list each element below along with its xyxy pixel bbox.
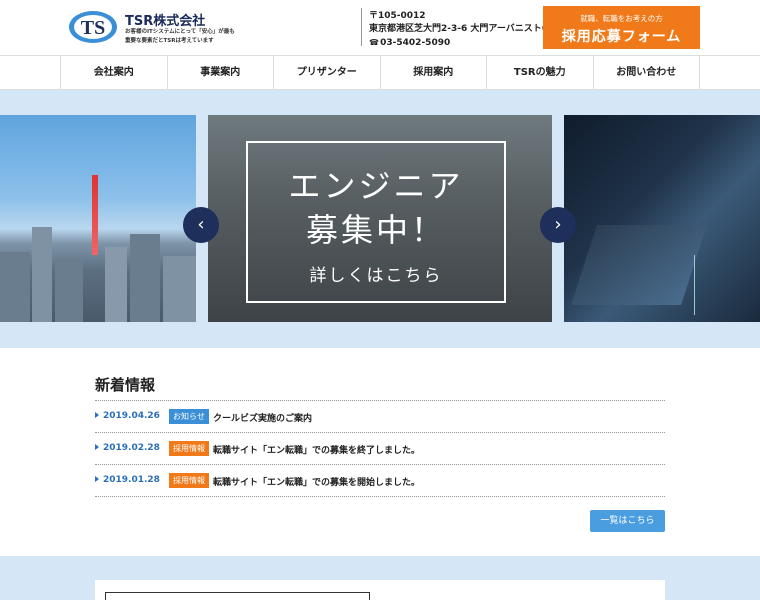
header-divider (361, 8, 362, 46)
bullet-arrow-icon (95, 412, 99, 418)
recruit-button-label: 採用応募フォーム (561, 29, 682, 45)
news-item[interactable]: 2019.02.28 採用情報 転職サイト「エン転職」での募集を終了しました。 (95, 433, 665, 465)
nav-item-recruit[interactable]: 採用案内 (381, 56, 487, 90)
slide-tokyo-image[interactable] (0, 115, 196, 322)
bullet-arrow-icon (95, 476, 99, 482)
news-date: 2019.01.28 (103, 475, 160, 485)
recruit-form-button[interactable]: 就職、転職をお考えの方 採用応募フォーム (543, 6, 700, 49)
bottom-section (0, 556, 760, 600)
news-section: 新着情報 2019.04.26 お知らせ クールビズ実施のご案内 2019.02… (0, 348, 760, 556)
slider-prev-button[interactable]: ‹ (183, 207, 219, 243)
slide-engineer-recruit[interactable]: エンジニア 募集中！ 詳しくはこちら (208, 115, 552, 322)
slide-frame: エンジニア 募集中！ 詳しくはこちら (246, 141, 506, 303)
postal-code: 〒105-0012 (369, 11, 426, 21)
recruit-button-sub: 就職、転職をお考えの方 (580, 14, 663, 23)
site-header: TS TSR株式会社 お客様のITシステムにとって「安心」が最も重要な要素だとT… (0, 0, 760, 56)
news-date: 2019.02.28 (103, 443, 160, 453)
nav-item-pleasanter[interactable]: プリザンター (274, 56, 381, 90)
street-address: 東京都港区芝大門2-3-6 大門アーバニスト6F (369, 24, 555, 34)
news-heading: 新着情報 (95, 376, 156, 394)
hero-slider: エンジニア 募集中！ 詳しくはこちら ‹ › (0, 90, 760, 348)
news-list: 2019.04.26 お知らせ クールビズ実施のご案内 2019.02.28 採… (95, 400, 665, 497)
chart-lines-shape (694, 255, 744, 315)
company-tagline: お客様のITシステムにとって「安心」が最も重要な要素だとTSRは考えています (125, 29, 235, 44)
phone-icon: ☎ (369, 38, 379, 47)
building-shape (55, 262, 83, 322)
company-name[interactable]: TSR株式会社 (125, 10, 205, 29)
news-text[interactable]: 転職サイト「エン転職」での募集を開始しました。 (213, 475, 420, 488)
slide-business-image[interactable] (564, 115, 760, 322)
news-item[interactable]: 2019.04.26 お知らせ クールビズ実施のご案内 (95, 401, 665, 433)
news-more-button[interactable]: 一覧はこちら (590, 510, 665, 532)
slide-heading-1: エンジニア (288, 167, 464, 205)
news-badge: お知らせ (169, 409, 209, 424)
bullet-arrow-icon (95, 444, 99, 450)
laptop-shape (571, 225, 707, 305)
tokyo-tower-shape (92, 175, 98, 255)
news-badge: 採用情報 (169, 441, 209, 456)
nav-item-contact[interactable]: お問い合わせ (594, 56, 700, 90)
news-text[interactable]: 転職サイト「エン転職」での募集を終了しました。 (213, 443, 420, 456)
news-date: 2019.04.26 (103, 411, 160, 421)
building-shape (0, 252, 30, 322)
building-shape (163, 256, 196, 322)
svg-text:TS: TS (81, 17, 105, 39)
building-shape (105, 247, 127, 322)
bottom-card-frame (105, 592, 370, 600)
news-item[interactable]: 2019.01.28 採用情報 転職サイト「エン転職」での募集を開始しました。 (95, 465, 665, 497)
building-shape (130, 234, 160, 322)
nav-item-appeal[interactable]: TSRの魅力 (487, 56, 594, 90)
company-address: 〒105-0012 東京都港区芝大門2-3-6 大門アーバニスト6F ☎ 03-… (369, 10, 554, 50)
nav-item-company[interactable]: 会社案内 (61, 56, 168, 90)
chevron-right-icon: › (554, 214, 562, 235)
global-nav: 会社案内 事業案内 プリザンター 採用案内 TSRの魅力 お問い合わせ (0, 55, 760, 90)
news-text[interactable]: クールビズ実施のご案内 (213, 411, 312, 424)
tsr-logo-icon[interactable]: TS (68, 10, 118, 44)
phone-text: 03-5402-5090 (380, 38, 451, 48)
news-badge: 採用情報 (169, 473, 209, 488)
chevron-left-icon: ‹ (197, 214, 205, 235)
nav-item-business[interactable]: 事業案内 (168, 56, 274, 90)
slide-heading-2: 募集中！ (305, 211, 446, 249)
phone-number[interactable]: ☎ 03-5402-5090 (369, 36, 554, 50)
slide-link-text[interactable]: 詳しくはこちら (248, 261, 504, 286)
slider-next-button[interactable]: › (540, 207, 576, 243)
bottom-card (95, 580, 665, 600)
building-shape (32, 227, 52, 322)
